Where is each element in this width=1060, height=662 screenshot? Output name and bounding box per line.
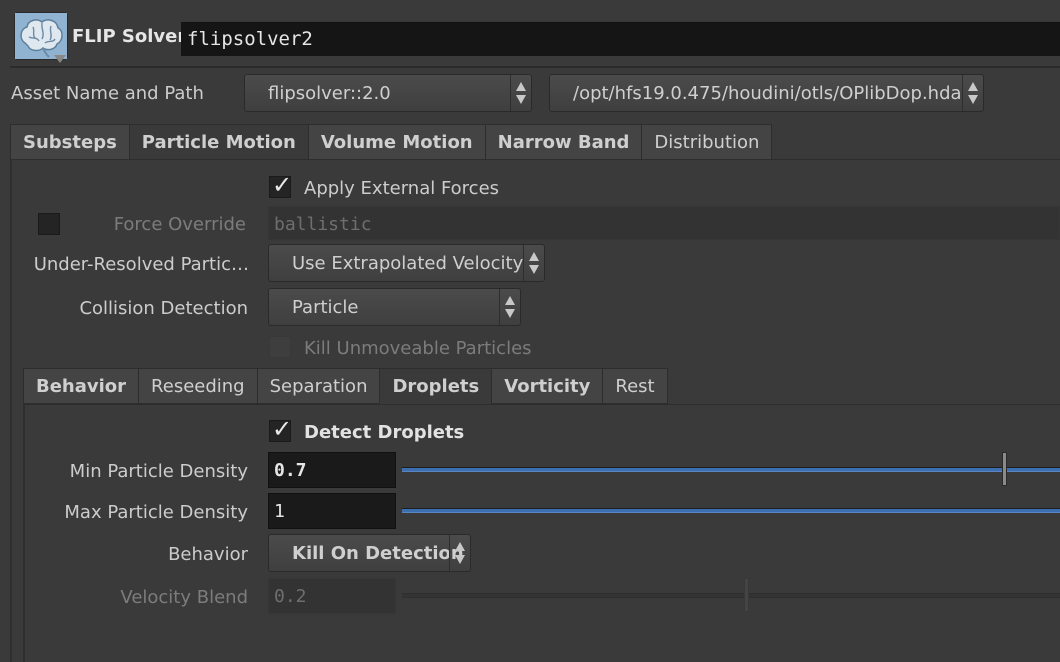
force-override-toggle[interactable]: [38, 213, 60, 235]
collision-detection-value: Particle: [292, 297, 359, 318]
updown-arrow-icon: [523, 245, 544, 281]
asset-path-dropdown[interactable]: /opt/hfs19.0.475/houdini/otls/OPlibDop.h…: [549, 74, 984, 112]
tab-droplets[interactable]: Droplets: [379, 368, 492, 404]
collision-detection-label: Collision Detection: [79, 298, 248, 319]
velocity-blend-slider[interactable]: [402, 593, 1060, 598]
tab-vorticity[interactable]: Vorticity: [491, 368, 603, 404]
min-particle-density-label: Min Particle Density: [69, 461, 248, 482]
main-tab-bar: Substeps Particle Motion Volume Motion N…: [10, 124, 773, 160]
min-particle-density-slider-handle[interactable]: [1002, 452, 1007, 486]
asset-path-value: /opt/hfs19.0.475/houdini/otls/OPlibDop.h…: [573, 83, 962, 104]
max-particle-density-field[interactable]: 1: [268, 493, 396, 529]
sub-panel-border: [23, 404, 25, 662]
updown-arrow-icon: [510, 75, 531, 111]
velocity-blend-slider-handle[interactable]: [744, 578, 749, 612]
node-type-label: FLIP Solver: [72, 26, 187, 47]
asset-name-path-label: Asset Name and Path: [11, 83, 204, 104]
force-override-field[interactable]: ballistic: [268, 206, 1060, 240]
tab-separation[interactable]: Separation: [256, 368, 380, 404]
kill-unmoveable-checkbox[interactable]: [269, 336, 291, 358]
force-override-label: Force Override: [113, 214, 246, 235]
tab-narrow-band[interactable]: Narrow Band: [484, 124, 642, 160]
under-resolved-dropdown[interactable]: Use Extrapolated Velocity: [268, 244, 545, 282]
under-resolved-value: Use Extrapolated Velocity: [292, 253, 524, 274]
detect-droplets-label: Detect Droplets: [304, 422, 465, 443]
velocity-blend-label: Velocity Blend: [120, 587, 248, 608]
updown-arrow-icon: [499, 289, 520, 325]
main-panel-border: [10, 159, 12, 662]
sub-tab-divider: [23, 404, 1060, 405]
tab-volume-motion[interactable]: Volume Motion: [307, 124, 485, 160]
updown-arrow-icon: [449, 535, 470, 571]
kill-unmoveable-label: Kill Unmoveable Particles: [304, 338, 532, 359]
detect-droplets-checkbox[interactable]: ✓: [269, 415, 292, 443]
header-divider: [10, 66, 1060, 68]
tab-substeps[interactable]: Substeps: [10, 124, 129, 160]
tab-behavior[interactable]: Behavior: [23, 368, 139, 404]
apply-external-forces-checkbox[interactable]: ✓: [269, 171, 292, 199]
under-resolved-label: Under-Resolved Partic…: [33, 254, 249, 275]
checkmark-icon: ✓: [272, 415, 293, 443]
asset-name-dropdown[interactable]: flipsolver::2.0: [244, 74, 532, 112]
node-name-field[interactable]: flipsolver2: [181, 22, 1060, 56]
max-particle-density-label: Max Particle Density: [64, 502, 248, 523]
asset-name-value: flipsolver::2.0: [268, 83, 391, 104]
behavior-value: Kill On Detection: [292, 543, 464, 564]
node-menu-arrow-icon[interactable]: [54, 55, 66, 63]
updown-arrow-icon: [962, 75, 983, 111]
checkmark-icon: ✓: [272, 171, 293, 199]
behavior-dropdown[interactable]: Kill On Detection: [268, 534, 471, 572]
tab-particle-motion[interactable]: Particle Motion: [128, 124, 308, 160]
main-tab-divider: [10, 159, 1060, 160]
collision-detection-dropdown[interactable]: Particle: [268, 288, 521, 326]
tab-rest[interactable]: Rest: [602, 368, 668, 404]
max-particle-density-slider[interactable]: [402, 508, 1060, 513]
behavior-label: Behavior: [168, 544, 248, 565]
sub-tab-bar: Behavior Reseeding Separation Droplets V…: [23, 368, 668, 404]
tab-reseeding[interactable]: Reseeding: [138, 368, 257, 404]
min-particle-density-field[interactable]: 0.7: [268, 452, 396, 488]
min-particle-density-slider[interactable]: [402, 467, 1060, 472]
apply-external-forces-label: Apply External Forces: [304, 178, 500, 199]
tab-distribution[interactable]: Distribution: [641, 124, 773, 160]
velocity-blend-field[interactable]: 0.2: [268, 578, 396, 614]
brain-icon[interactable]: [14, 12, 68, 60]
